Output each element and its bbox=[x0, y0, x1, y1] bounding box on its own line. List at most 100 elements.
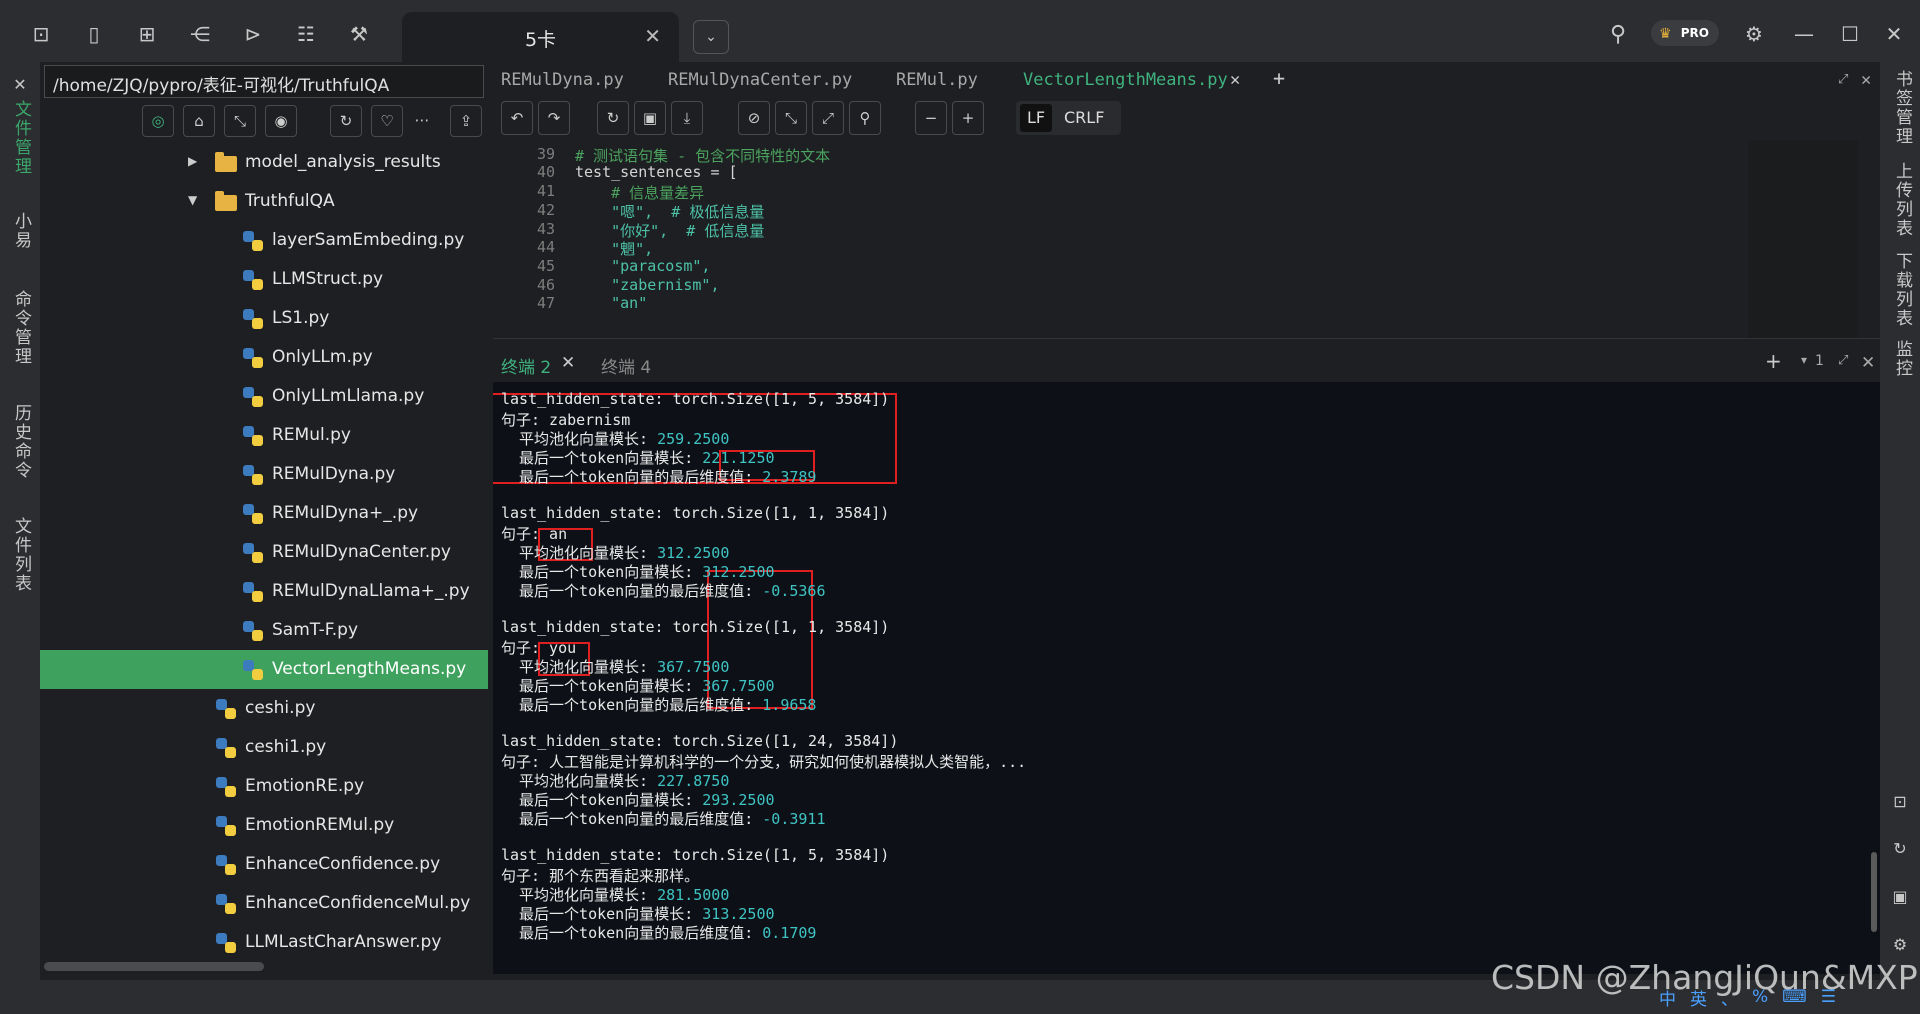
wrench-icon[interactable]: ⚒ bbox=[345, 20, 373, 48]
ime-english[interactable]: 英 bbox=[1690, 985, 1707, 1010]
file-item[interactable]: LS1.py bbox=[40, 299, 488, 338]
file-item[interactable]: REMul.py bbox=[40, 416, 488, 455]
right-strip-download[interactable]: 下载列表 bbox=[1890, 252, 1915, 328]
maximize-icon[interactable]: ⤢ bbox=[1838, 72, 1848, 87]
collapse-icon[interactable]: ⤡ bbox=[224, 105, 256, 137]
chevron-down-icon[interactable]: ⌄ bbox=[693, 20, 729, 54]
keyboard-icon[interactable]: ⌨ bbox=[1782, 987, 1807, 1007]
home-icon[interactable]: ⌂ bbox=[183, 105, 215, 137]
close-tab-icon[interactable]: ✕ bbox=[644, 24, 661, 48]
database-icon[interactable]: ☷ bbox=[292, 20, 320, 48]
file-item[interactable]: OnlyLLm.py bbox=[40, 338, 488, 377]
right-strip-monitor[interactable]: 监控 bbox=[1890, 340, 1915, 378]
refresh-icon[interactable]: ↻ bbox=[330, 105, 362, 137]
pro-badge[interactable]: ♛ PRO bbox=[1651, 20, 1719, 46]
tab-terminal-2[interactable]: 终端 2 bbox=[501, 353, 551, 378]
tree-icon[interactable]: ⋲ bbox=[186, 20, 214, 48]
zoom-out-icon[interactable]: − bbox=[915, 101, 947, 135]
add-terminal-icon[interactable]: + bbox=[1765, 349, 1782, 373]
file-item[interactable]: VectorLengthMeans.py bbox=[40, 650, 488, 689]
terminal-output[interactable]: last_hidden_state: torch.Size([1, 5, 358… bbox=[493, 382, 1880, 974]
grid-icon[interactable]: ⊞ bbox=[133, 20, 161, 48]
split-dropdown-icon[interactable]: ▾ bbox=[1801, 353, 1807, 367]
zoom-in-icon[interactable]: + bbox=[952, 101, 984, 135]
close-window-icon[interactable]: ✕ bbox=[1880, 20, 1908, 48]
expand-icon[interactable]: ⤢ bbox=[812, 101, 844, 135]
undo-icon[interactable]: ↶ bbox=[501, 101, 533, 135]
chevron-down-icon[interactable]: ▼ bbox=[188, 193, 197, 207]
file-item[interactable]: ceshi.py bbox=[40, 689, 488, 728]
collapse-icon[interactable]: ⤡ bbox=[775, 101, 807, 135]
console-icon[interactable]: ⊳ bbox=[239, 20, 267, 48]
close-icon[interactable]: ✕ bbox=[1861, 353, 1875, 373]
menu-icon[interactable]: ☰ bbox=[1821, 987, 1836, 1007]
horizontal-scrollbar[interactable] bbox=[44, 962, 264, 971]
file-item[interactable]: LLMLastCharAnswer.py bbox=[40, 923, 488, 962]
close-tab-icon[interactable]: ✕ bbox=[561, 353, 575, 373]
locate-icon[interactable]: ◎ bbox=[142, 105, 174, 137]
heart-icon[interactable]: ♡ bbox=[371, 105, 403, 137]
close-icon[interactable]: ✕ bbox=[1861, 70, 1871, 90]
left-strip-commands[interactable]: 命令管理 bbox=[9, 290, 34, 366]
file-item[interactable]: REMulDynaCenter.py bbox=[40, 533, 488, 572]
left-strip-assistant[interactable]: 小易 bbox=[9, 212, 34, 250]
ime-symbol[interactable]: % bbox=[1752, 987, 1768, 1007]
terminal-icon[interactable]: ⊡ bbox=[27, 20, 55, 48]
compass-icon[interactable]: ⊘ bbox=[738, 101, 770, 135]
chevron-right-icon[interactable]: ▶ bbox=[188, 154, 197, 168]
maximize-icon[interactable]: ⤢ bbox=[1838, 353, 1848, 368]
code-area[interactable]: 3839# 测试语句集 - 包含不同特性的文本40test_sentences … bbox=[493, 140, 1743, 338]
file-item[interactable]: EnhanceConfidenceMul.py bbox=[40, 884, 488, 923]
right-strip-upload[interactable]: 上传列表 bbox=[1890, 162, 1915, 238]
save-icon[interactable]: ▣ bbox=[634, 101, 666, 135]
bookmark-icon[interactable]: ▯ bbox=[80, 20, 108, 48]
refresh-icon[interactable]: ↻ bbox=[1886, 834, 1914, 862]
file-item[interactable]: EmotionRE.py bbox=[40, 767, 488, 806]
tab-remuldynacenter[interactable]: REMulDynaCenter.py bbox=[668, 70, 852, 90]
gear-icon[interactable]: ⚙ bbox=[1740, 20, 1768, 48]
path-input[interactable]: /home/ZJQ/pypro/表征-可视化/TruthfulQA bbox=[44, 65, 484, 98]
left-strip-files[interactable]: 文件管理 bbox=[9, 100, 34, 176]
file-item[interactable]: SamT-F.py bbox=[40, 611, 488, 650]
file-item[interactable]: OnlyLLmLlama.py bbox=[40, 377, 488, 416]
refresh-icon[interactable]: ↻ bbox=[597, 101, 629, 135]
minimap[interactable] bbox=[1748, 140, 1858, 338]
download-icon[interactable]: ⤓ bbox=[671, 101, 703, 135]
close-icon[interactable]: ✕ bbox=[6, 70, 34, 98]
file-item[interactable]: ceshi1.py bbox=[40, 728, 488, 767]
folder-item[interactable]: ▶ model_analysis_results bbox=[40, 152, 488, 182]
file-item[interactable]: EmotionREMul.py bbox=[40, 806, 488, 845]
file-item[interactable]: EnhanceConfidence.py bbox=[40, 845, 488, 884]
ime-chinese[interactable]: 中 bbox=[1659, 985, 1676, 1010]
maximize-icon[interactable]: ☐ bbox=[1836, 20, 1864, 48]
terminal-icon[interactable]: ⊡ bbox=[1886, 787, 1914, 815]
upload-icon[interactable]: ⇪ bbox=[450, 105, 482, 137]
ime-punct[interactable]: 、 bbox=[1721, 985, 1738, 1010]
file-item[interactable]: REMulDyna.py bbox=[40, 455, 488, 494]
right-strip-bookmarks[interactable]: 书签管理 bbox=[1890, 70, 1915, 146]
file-item[interactable]: REMulDyna+_.py bbox=[40, 494, 488, 533]
add-tab-icon[interactable]: + bbox=[1273, 66, 1285, 90]
save-icon[interactable]: ▣ bbox=[1886, 882, 1914, 910]
folder-item[interactable]: ▼ TruthfulQA bbox=[40, 182, 488, 221]
tab-vectorlengthmeans[interactable]: VectorLengthMeans.py bbox=[1023, 70, 1228, 90]
eye-icon[interactable]: ◉ bbox=[265, 105, 297, 137]
search-icon[interactable]: ⚲ bbox=[1604, 20, 1632, 48]
tab-remul[interactable]: REMul.py bbox=[896, 70, 978, 90]
close-tab-icon[interactable]: ✕ bbox=[1230, 70, 1240, 90]
minimize-icon[interactable]: — bbox=[1790, 20, 1818, 48]
file-item[interactable]: layerSamEmbeding.py bbox=[40, 221, 488, 260]
tab-remuldyna[interactable]: REMulDyna.py bbox=[501, 70, 624, 90]
gear-icon[interactable]: ⚙ bbox=[1886, 930, 1914, 958]
vertical-scrollbar[interactable] bbox=[1871, 852, 1877, 932]
more-icon[interactable]: ⋯ bbox=[406, 105, 438, 137]
tab-terminal-4[interactable]: 终端 4 bbox=[601, 353, 651, 378]
search-icon[interactable]: ⚲ bbox=[849, 101, 881, 135]
file-item[interactable]: LLMStruct.py bbox=[40, 260, 488, 299]
lf-button[interactable]: LF bbox=[1020, 104, 1052, 132]
left-strip-history[interactable]: 历史命令 bbox=[9, 404, 34, 480]
redo-icon[interactable]: ↷ bbox=[538, 101, 570, 135]
file-item[interactable]: REMulDynaLlama+_.py bbox=[40, 572, 488, 611]
crlf-button[interactable]: CRLF bbox=[1064, 108, 1104, 127]
window-tab[interactable]: 5卡 ✕ bbox=[402, 12, 679, 62]
